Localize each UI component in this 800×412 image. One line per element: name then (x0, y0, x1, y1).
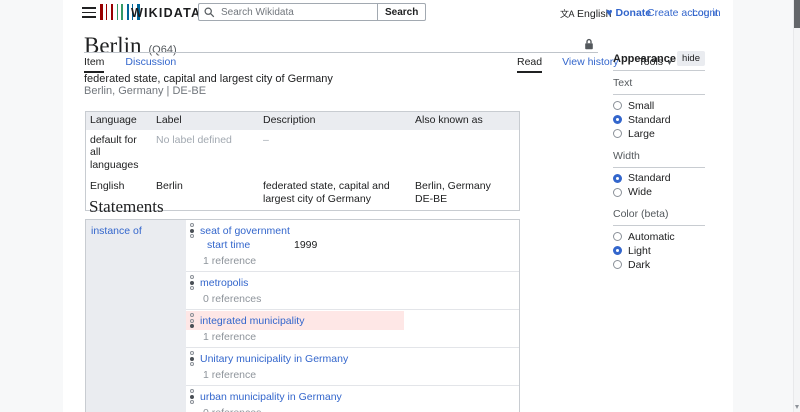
qualifier-value: 1999 (294, 239, 318, 251)
text-size-options: Small Standard Large (613, 100, 705, 140)
statement-value-link[interactable]: Unitary municipality in Germany (200, 353, 348, 365)
scrollbar[interactable] (793, 0, 800, 412)
rank-icon (190, 351, 194, 366)
references-toggle[interactable]: 1 reference (189, 331, 511, 344)
references-toggle[interactable]: 1 reference (189, 255, 511, 268)
radio-dark[interactable]: Dark (613, 259, 705, 271)
row-label: No label defined (156, 133, 232, 146)
search-bar: Search (198, 3, 427, 21)
radio-icon (613, 173, 622, 183)
wikidata-wordmark[interactable]: WIKIDATA (131, 6, 201, 20)
radio-standard[interactable]: Standard (613, 114, 705, 126)
rank-icon-deprecated (190, 313, 194, 328)
language-icon: 文A (560, 9, 575, 19)
statement-property-column: instance of (86, 220, 186, 412)
tab-view-history[interactable]: View history (562, 56, 618, 73)
divider (613, 166, 705, 168)
row-label: Berlin (156, 180, 183, 192)
scrollbar-thumb[interactable] (794, 0, 800, 28)
statement-list: seat of government start time 1999 1 ref… (186, 220, 519, 412)
statements-heading: Statements (89, 197, 164, 216)
tab-read[interactable]: Read (517, 56, 543, 73)
radio-light[interactable]: Light (613, 245, 705, 257)
statement-value-link[interactable]: seat of government (200, 225, 290, 237)
statement-value-link[interactable]: metropolis (200, 277, 248, 289)
login-link[interactable]: Log in (692, 7, 721, 19)
section-label-text: Text (613, 77, 633, 89)
entity-description: federated state, capital and largest cit… (84, 73, 333, 85)
appearance-panel: Appearance hide Text Small Standard Larg… (613, 51, 705, 271)
radio-icon (613, 246, 622, 256)
radio-icon (613, 232, 622, 242)
width-options: Standard Wide (613, 172, 705, 198)
statement: Unitary municipality in Germany 1 refere… (186, 347, 519, 385)
title-divider (84, 52, 598, 53)
qualifier-property-link[interactable]: start time (207, 239, 250, 251)
radio-small[interactable]: Small (613, 100, 705, 112)
statement-group: instance of seat of government start tim… (85, 219, 520, 412)
tab-item[interactable]: Item (84, 56, 105, 73)
references-toggle[interactable]: 0 references (189, 407, 511, 412)
row-description: – (263, 133, 269, 146)
donate-label: Donate (615, 7, 652, 19)
section-label-width: Width (613, 149, 640, 162)
col-description: Description (263, 114, 316, 126)
col-label: Label (156, 114, 182, 126)
radio-icon (613, 187, 622, 197)
divider (613, 70, 705, 71)
terms-table: Language Label Description Also known as… (85, 111, 520, 211)
statement-qualifier: start time 1999 (189, 238, 511, 252)
references-toggle[interactable]: 0 references (189, 293, 511, 306)
statement-value-link[interactable]: urban municipality in Germany (200, 391, 342, 403)
statement: integrated municipality 1 reference (186, 309, 519, 347)
table-row: default for all languages No label defin… (86, 130, 519, 177)
page-tabs: Item Discussion (84, 56, 176, 73)
property-link[interactable]: instance of (91, 225, 142, 237)
rank-icon (190, 389, 194, 404)
entity-id: (Q64) (148, 44, 177, 56)
radio-wide[interactable]: Wide (613, 186, 705, 198)
section-label-color: Color (beta) (613, 208, 669, 220)
radio-standard-width[interactable]: Standard (613, 172, 705, 184)
divider (613, 94, 705, 95)
row-language: default for all languages (90, 133, 139, 171)
search-input[interactable] (198, 3, 378, 21)
search-icon (204, 7, 215, 18)
terms-table-header: Language Label Description Also known as (86, 112, 519, 130)
protection-lock-icon (585, 38, 593, 50)
rank-icon (190, 275, 194, 290)
radio-large[interactable]: Large (613, 128, 705, 140)
menu-icon[interactable] (82, 7, 96, 18)
radio-automatic[interactable]: Automatic (613, 231, 705, 243)
radio-icon (613, 129, 622, 139)
divider (613, 225, 705, 226)
statement-value-link[interactable]: integrated municipality (200, 315, 304, 327)
radio-icon (613, 101, 622, 111)
statement: seat of government start time 1999 1 ref… (186, 220, 519, 271)
entity-aliases: Berlin, Germany | DE-BE (84, 85, 207, 97)
references-toggle[interactable]: 1 reference (189, 369, 511, 382)
tab-discussion[interactable]: Discussion (125, 56, 176, 73)
statement: metropolis 0 references (186, 271, 519, 309)
row-description: federated state, capital and largest cit… (263, 180, 390, 205)
row-aliases: Berlin, Germany DE-BE (415, 180, 491, 205)
wikidata-page: WIKIDATA Search 文A English ♥ Donate Crea… (0, 0, 800, 412)
appearance-title: Appearance (613, 52, 676, 65)
statement: urban municipality in Germany 0 referenc… (186, 385, 519, 412)
language-selector[interactable]: 文A English (560, 7, 611, 20)
row-aliases (411, 130, 519, 177)
radio-icon (613, 260, 622, 270)
color-options: Automatic Light Dark (613, 231, 705, 271)
search-button[interactable]: Search (377, 3, 427, 21)
donate-link[interactable]: ♥ Donate (606, 7, 651, 19)
hide-button[interactable]: hide (677, 51, 705, 66)
scrollbar-down-arrow-icon[interactable] (795, 405, 799, 409)
radio-icon (613, 115, 622, 125)
rank-icon (190, 223, 194, 238)
col-also-known-as: Also known as (415, 114, 483, 126)
col-language: Language (90, 114, 137, 126)
heart-icon: ♥ (606, 7, 613, 19)
